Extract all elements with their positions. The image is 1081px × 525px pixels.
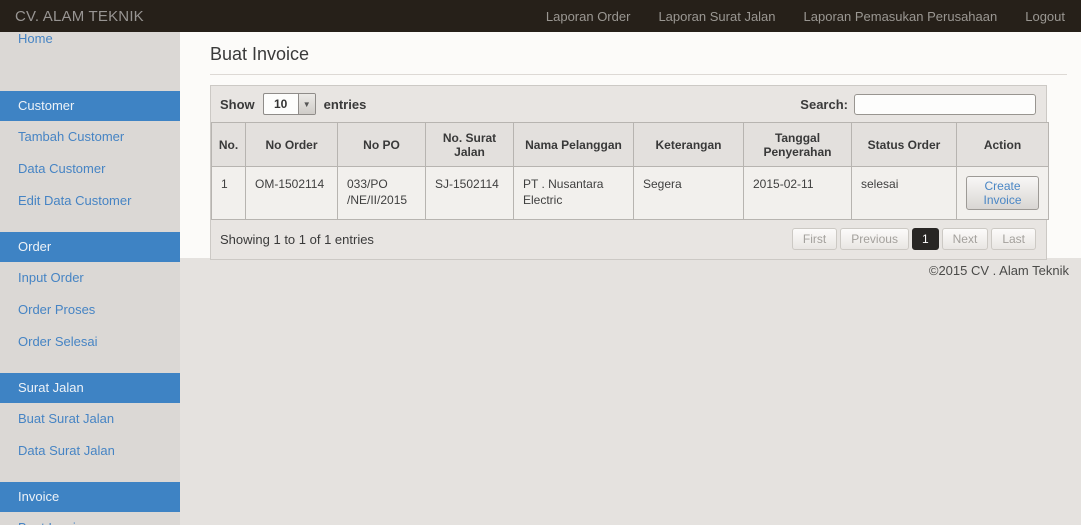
sidebar: Home Customer Tambah Customer Data Custo…	[0, 32, 180, 525]
invoice-table: No. No Order No PO No. Surat Jalan Nama …	[211, 122, 1049, 220]
sidebar-header-customer[interactable]: Customer	[0, 91, 180, 121]
sidebar-header-surat-jalan[interactable]: Surat Jalan	[0, 373, 180, 403]
search-control: Search:	[800, 93, 1036, 115]
search-input[interactable]	[854, 93, 1036, 115]
navbar-links: Laporan Order Laporan Surat Jalan Lapora…	[532, 0, 1081, 32]
table-header-row: No. No Order No PO No. Surat Jalan Nama …	[211, 122, 1049, 167]
sidebar-header-invoice[interactable]: Invoice	[0, 482, 180, 512]
sidebar-item-data-customer[interactable]: Data Customer	[0, 153, 180, 185]
column-header-tanggal-penyerahan: Tanggal Penyerahan	[743, 122, 852, 167]
column-header-status-order: Status Order	[851, 122, 957, 167]
brand-title[interactable]: CV. ALAM TEKNIK	[0, 8, 144, 25]
page-length-select[interactable]: 10 ▼	[262, 93, 316, 115]
datatable-panel: Show 10 ▼ entries Search: No. No Order N…	[210, 85, 1049, 260]
main-content: Buat Invoice Show 10 ▼ entries Search: N…	[180, 32, 1081, 260]
page-length-control: Show 10 ▼ entries	[220, 93, 366, 115]
create-invoice-button[interactable]: Create Invoice	[966, 176, 1039, 210]
column-header-no-order: No Order	[245, 122, 338, 167]
sidebar-header-order[interactable]: Order	[0, 232, 180, 262]
column-header-action: Action	[956, 122, 1049, 167]
pagination-current-page-button[interactable]: 1	[911, 228, 939, 250]
sidebar-item-buat-surat-jalan[interactable]: Buat Surat Jalan	[0, 403, 180, 435]
sidebar-item-home[interactable]: Home	[0, 32, 180, 55]
top-navbar: CV. ALAM TEKNIK Laporan Order Laporan Su…	[0, 0, 1081, 32]
show-label: Show	[220, 96, 255, 112]
cell-no-order: OM-1502114	[245, 166, 338, 220]
column-header-nama-pelanggan: Nama Pelanggan	[513, 122, 634, 167]
cell-no: 1	[211, 166, 246, 220]
page-length-value: 10	[273, 97, 288, 111]
copyright-text: ©2015 CV . Alam Teknik	[928, 263, 1069, 278]
column-header-no-po: No PO	[337, 122, 426, 167]
datatable-footer: Showing 1 to 1 of 1 entries First Previo…	[211, 220, 1046, 259]
sidebar-item-buat-invoice[interactable]: Buat Invoice	[0, 512, 180, 525]
sidebar-item-tambah-customer[interactable]: Tambah Customer	[0, 121, 180, 153]
cell-nama-pelanggan: PT . Nusantara Electric	[513, 166, 634, 220]
search-label: Search:	[800, 96, 848, 112]
cell-no-po: 033/PO /NE/II/2015	[337, 166, 426, 220]
entries-label: entries	[323, 96, 367, 112]
datatable-controls: Show 10 ▼ entries Search:	[211, 86, 1046, 122]
nav-item-laporan-pemasukan-perusahaan[interactable]: Laporan Pemasukan Perusahaan	[790, 0, 1012, 32]
cell-no-surat-jalan: SJ-1502114	[425, 166, 514, 220]
chevron-down-icon: ▼	[297, 94, 315, 114]
pagination: First Previous 1 Next Last	[791, 228, 1036, 250]
nav-item-laporan-surat-jalan[interactable]: Laporan Surat Jalan	[644, 0, 789, 32]
sidebar-item-order-selesai[interactable]: Order Selesai	[0, 326, 180, 358]
column-header-no-surat-jalan: No. Surat Jalan	[425, 122, 514, 167]
pagination-last-button[interactable]: Last	[991, 228, 1036, 250]
sidebar-item-input-order[interactable]: Input Order	[0, 262, 180, 294]
nav-item-logout[interactable]: Logout	[1011, 0, 1081, 32]
pagination-first-button[interactable]: First	[791, 228, 838, 250]
pagination-previous-button[interactable]: Previous	[840, 228, 909, 250]
pagination-next-button[interactable]: Next	[941, 228, 989, 250]
sidebar-item-order-proses[interactable]: Order Proses	[0, 294, 180, 326]
cell-keterangan: Segera	[633, 166, 744, 220]
column-header-no: No.	[211, 122, 246, 167]
sidebar-item-data-surat-jalan[interactable]: Data Surat Jalan	[0, 435, 180, 467]
table-row: 1 OM-1502114 033/PO /NE/II/2015 SJ-15021…	[211, 166, 1049, 220]
nav-item-laporan-order[interactable]: Laporan Order	[532, 0, 645, 32]
table-info-text: Showing 1 to 1 of 1 entries	[220, 231, 374, 247]
page-title: Buat Invoice	[210, 44, 1067, 75]
cell-status-order: selesai	[851, 166, 957, 220]
cell-tanggal-penyerahan: 2015-02-11	[743, 166, 852, 220]
sidebar-item-edit-data-customer[interactable]: Edit Data Customer	[0, 185, 180, 217]
column-header-keterangan: Keterangan	[633, 122, 744, 167]
cell-action: Create Invoice	[956, 166, 1049, 220]
